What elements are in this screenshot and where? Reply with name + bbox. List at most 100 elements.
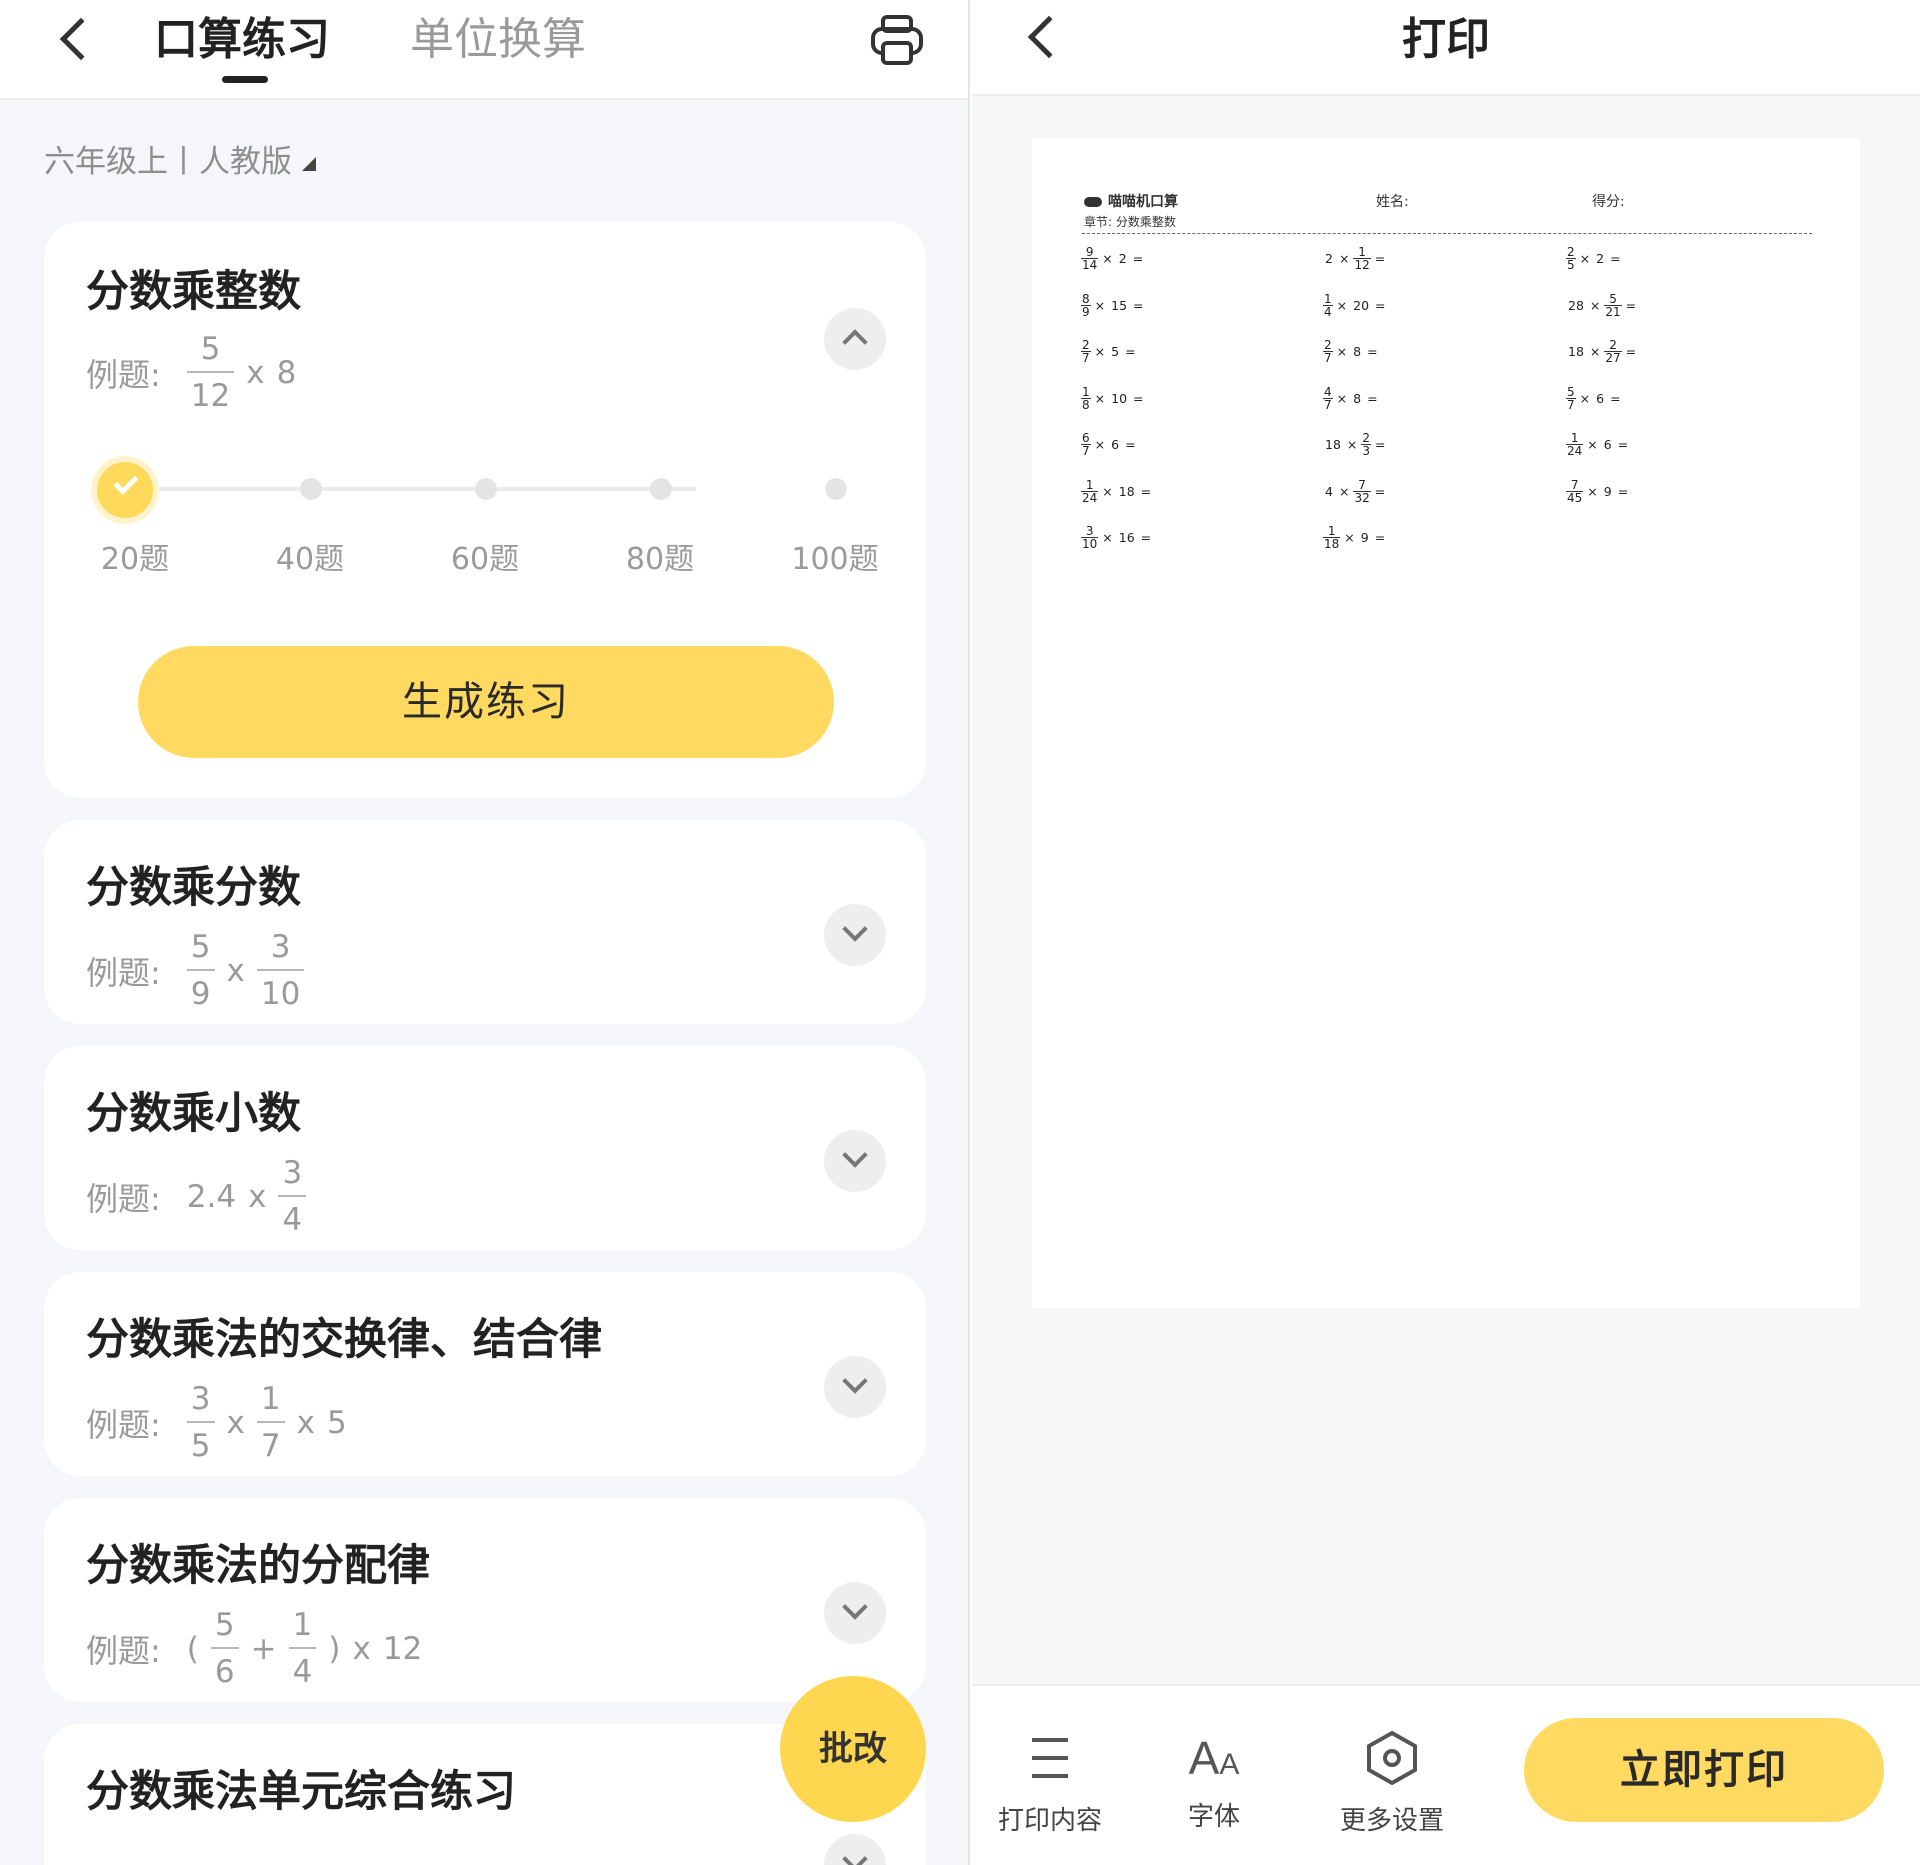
expand-chevron-icon[interactable] [824, 1356, 886, 1418]
worksheet-question: 2 5 × 2 = [1566, 245, 1621, 272]
topic-title: 分数乘法的交换律、结合律 [86, 1315, 602, 1365]
example-fraction: 56 [210, 1610, 239, 1688]
grade-selector[interactable]: 六年级上丨人教版 [44, 140, 316, 184]
example-fraction: 17 [256, 1384, 285, 1462]
right-panel: 打印 喵喵机口算 姓名: 得分: 章节: 分数乘整数 9 14 × 2 = 2 × 1 12 = 2… [972, 0, 1920, 1865]
slider-label[interactable]: 60题 [451, 534, 519, 578]
print-preview-paper: 喵喵机口算 姓名: 得分: 章节: 分数乘整数 9 14 × 2 = 2 × 1 12 = 2 5 × 2… [1032, 138, 1860, 1308]
list-icon [1032, 1738, 1068, 1778]
count-slider-track[interactable] [124, 487, 696, 491]
cat-logo-icon [1084, 197, 1102, 207]
font-tool[interactable]: AA 字体 [1184, 1730, 1244, 1833]
topic-card-fraction-times-integer[interactable]: 分数乘整数 例题: 5 12 x 8 20题 40题 60题 80题 100题 生… [44, 222, 926, 798]
back-icon[interactable] [59, 17, 103, 61]
example-label: 例题: [86, 356, 161, 394]
example-fraction: 59 [186, 932, 215, 1010]
worksheet-question: 4 × 7 32 = [1325, 477, 1386, 505]
left-panel: 口算练习 单位换算 六年级上丨人教版 分数乘整数 例题: 5 12 x 8 20… [0, 0, 970, 1865]
tool-label: 更多设置 [1340, 1806, 1445, 1836]
example-label: 例题: [86, 1406, 161, 1444]
topic-card-fraction-times-decimal[interactable]: 分数乘小数 例题: 2.4 x 34 [44, 1046, 926, 1250]
slider-knob-check-icon[interactable] [97, 462, 153, 518]
worksheet-question: 4 7 × 8 = [1323, 384, 1378, 412]
expand-chevron-icon[interactable] [824, 1130, 886, 1192]
operator: x [296, 1405, 315, 1441]
dropdown-triangle-icon [302, 156, 316, 171]
collapse-chevron-icon[interactable] [824, 308, 886, 370]
example: 例题: ( 56 + 14 ) x 12 [86, 1610, 428, 1688]
topic-title: 分数乘小数 [86, 1089, 301, 1139]
slider-label[interactable]: 100题 [791, 534, 878, 578]
worksheet-question: 1 24 × 18 = [1081, 477, 1152, 505]
worksheet-question: 1 24 × 6 = [1566, 431, 1629, 458]
worksheet-question: 2 × 1 12 = [1325, 245, 1386, 272]
slider-stop-40[interactable] [300, 478, 322, 500]
operator: x [226, 953, 245, 989]
paper-name-field: 姓名: [1376, 194, 1409, 210]
worksheet-question: 2 7 × 8 = [1323, 338, 1378, 365]
grade-correction-button[interactable]: 批改 [780, 1676, 926, 1822]
paren: ( [186, 1631, 199, 1667]
tool-label: 打印内容 [998, 1806, 1103, 1836]
topic-card-fraction-times-fraction[interactable]: 分数乘分数 例题: 59 x 3 10 [44, 820, 926, 1024]
paper-score-field: 得分: [1592, 194, 1625, 210]
example-fraction: 5 12 [186, 334, 235, 412]
slider-label[interactable]: 20题 [101, 534, 169, 578]
worksheet-question: 9 14 × 2 = [1081, 245, 1144, 272]
worksheet-question: 3 10 × 16 = [1081, 524, 1152, 551]
operator: + [250, 1631, 277, 1667]
integer: 12 [382, 1631, 423, 1667]
worksheet-question: 2 7 × 5 = [1081, 338, 1136, 365]
expand-chevron-icon[interactable] [824, 1834, 886, 1865]
operator: x [352, 1631, 371, 1667]
page-title: 打印 [1402, 14, 1490, 65]
example-label: 例题: [86, 1632, 161, 1670]
printer-icon[interactable] [870, 14, 924, 66]
example-fraction: 34 [278, 1158, 307, 1236]
tab-unit-conversion[interactable]: 单位换算 [410, 8, 586, 72]
dashed-divider [1082, 233, 1812, 234]
worksheet-question: 18 × 2 3 = [1325, 431, 1386, 458]
print-content-tool[interactable]: 打印内容 [998, 1730, 1102, 1837]
operator: x [248, 1179, 267, 1215]
topic-title: 分数乘分数 [86, 863, 301, 913]
worksheet-question: 7 45 × 9 = [1566, 477, 1629, 505]
operator: x [246, 355, 265, 391]
slider-stop-80[interactable] [650, 478, 672, 500]
left-header: 口算练习 单位换算 [0, 0, 968, 100]
worksheet-question: 18 × 2 27 = [1568, 338, 1637, 365]
tab-mental-math[interactable]: 口算练习 [154, 8, 330, 72]
worksheet-question: 5 7 × 6 = [1566, 384, 1621, 412]
expand-chevron-icon[interactable] [824, 904, 886, 966]
example: 例题: 2.4 x 34 [86, 1158, 312, 1236]
topic-card-commutative-associative[interactable]: 分数乘法的交换律、结合律 例题: 35 x 17 x 5 [44, 1272, 926, 1476]
topic-title: 分数乘法单元综合练习 [86, 1767, 516, 1817]
print-now-button[interactable]: 立即打印 [1524, 1718, 1884, 1822]
slider-stop-60[interactable] [475, 478, 497, 500]
decimal: 2.4 [186, 1179, 237, 1215]
example-fraction: 14 [288, 1610, 317, 1688]
expand-chevron-icon[interactable] [824, 1582, 886, 1644]
worksheet-question: 6 7 × 6 = [1081, 431, 1136, 458]
slider-label[interactable]: 40题 [276, 534, 344, 578]
example: 例题: 5 12 x 8 [86, 334, 302, 412]
worksheet-question: 1 8 × 10 = [1081, 384, 1144, 412]
print-header: 打印 [972, 0, 1920, 96]
slider-label[interactable]: 80题 [626, 534, 694, 578]
topic-card-distributive[interactable]: 分数乘法的分配律 例题: ( 56 + 14 ) x 12 [44, 1498, 926, 1702]
paper-app-name: 喵喵机口算 [1084, 191, 1178, 211]
worksheet-question: 8 9 × 15 = [1081, 291, 1144, 319]
slider-stop-100[interactable] [825, 478, 847, 500]
example-fraction: 3 10 [256, 932, 305, 1010]
generate-practice-button[interactable]: 生成练习 [138, 646, 834, 758]
paren: ) [328, 1631, 341, 1667]
settings-icon [1367, 1730, 1417, 1786]
more-settings-tool[interactable]: 更多设置 [1340, 1730, 1444, 1837]
example: 例题: 35 x 17 x 5 [86, 1384, 353, 1462]
worksheet-question: 1 4 × 20 = [1323, 291, 1386, 319]
integer: 8 [276, 355, 297, 391]
topic-title: 分数乘整数 [86, 267, 301, 317]
example-label: 例题: [86, 954, 161, 992]
topic-title: 分数乘法的分配律 [86, 1541, 430, 1591]
grade-text: 六年级上丨人教版 [44, 144, 292, 180]
